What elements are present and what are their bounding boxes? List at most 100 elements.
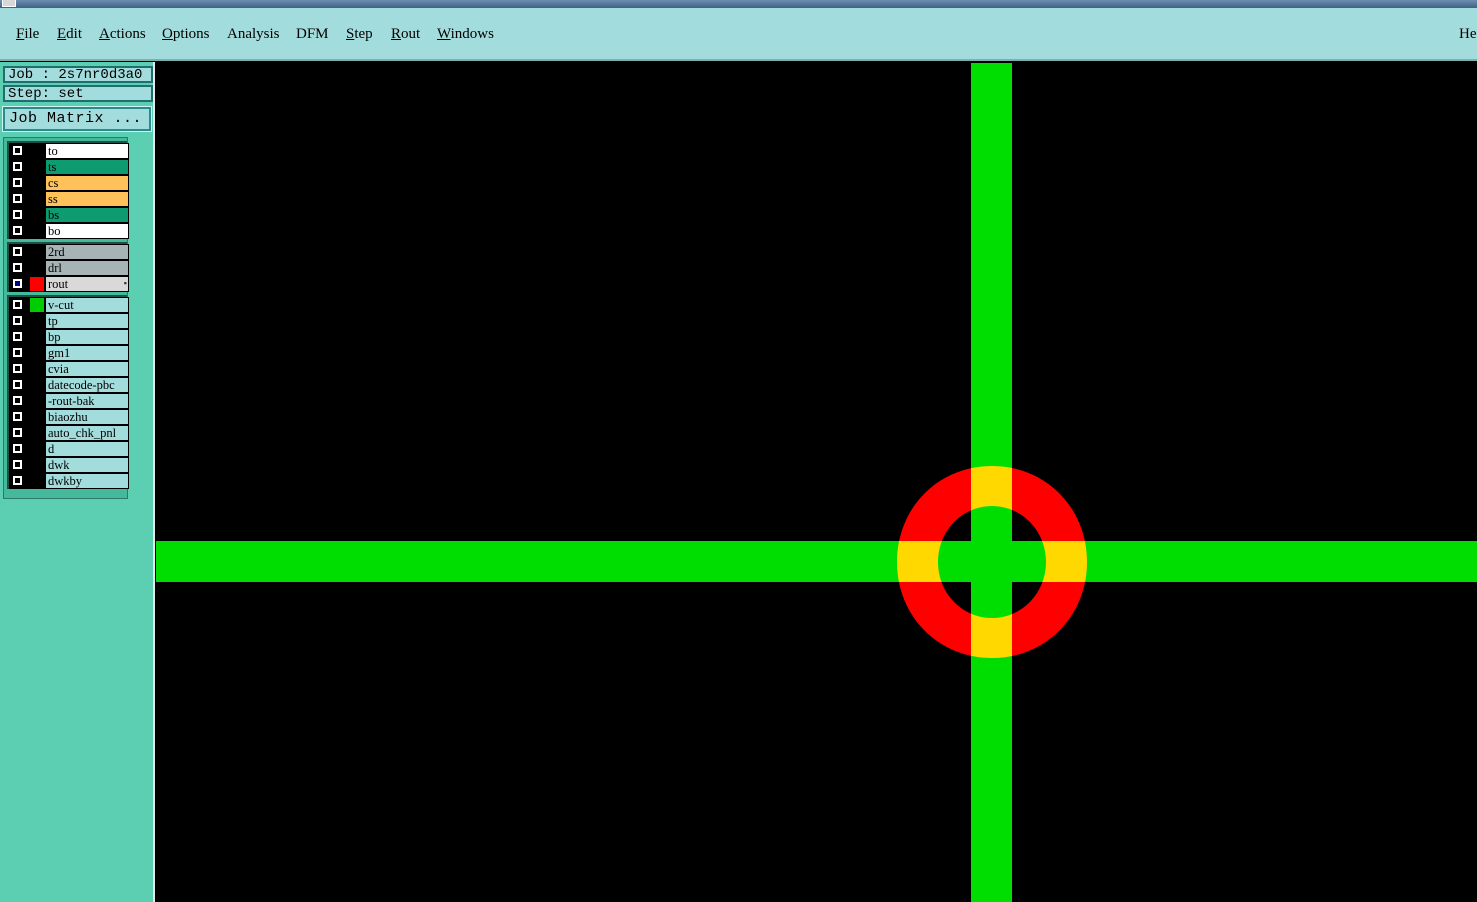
layer-name[interactable]: cs xyxy=(45,175,129,191)
layer-checkbox[interactable] xyxy=(13,263,22,272)
layer-name[interactable]: bo xyxy=(45,223,129,239)
canvas-background xyxy=(156,63,1477,902)
layer-checkbox[interactable] xyxy=(13,279,22,288)
layer-color-swatch[interactable] xyxy=(30,298,44,312)
layer-checkbox[interactable] xyxy=(13,210,22,219)
layer-color-swatch[interactable] xyxy=(30,160,44,174)
layer-checkbox[interactable] xyxy=(13,316,22,325)
layer-row-cvia[interactable]: cvia xyxy=(9,361,129,377)
layer-row-dwkby[interactable]: dwkby xyxy=(9,473,129,489)
layer-name[interactable]: gm1 xyxy=(45,345,129,361)
layer-checkbox[interactable] xyxy=(13,476,22,485)
menu-help[interactable]: He xyxy=(1459,25,1477,43)
layer-name[interactable]: d xyxy=(45,441,129,457)
layer-name[interactable]: datecode-pbc xyxy=(45,377,129,393)
layer-name[interactable]: to xyxy=(45,143,129,159)
layer-row-biaozhu[interactable]: biaozhu xyxy=(9,409,129,425)
job-matrix-button[interactable]: Job Matrix ... xyxy=(2,106,152,132)
layer-checkbox[interactable] xyxy=(13,332,22,341)
layer-checkbox[interactable] xyxy=(13,162,22,171)
layer-color-swatch[interactable] xyxy=(30,208,44,222)
layer-row-cs[interactable]: cs xyxy=(9,175,129,191)
layer-name[interactable]: dwkby xyxy=(45,473,129,489)
layer-color-swatch[interactable] xyxy=(30,474,44,488)
layer-row-rout-bak[interactable]: -rout-bak xyxy=(9,393,129,409)
layer-row-v-cut[interactable]: v-cut xyxy=(9,297,129,313)
layer-name[interactable]: ss xyxy=(45,191,129,207)
layer-name[interactable]: bs xyxy=(45,207,129,223)
layer-name[interactable]: drl xyxy=(45,260,129,276)
layer-checkbox[interactable] xyxy=(13,300,22,309)
layer-name[interactable]: cvia xyxy=(45,361,129,377)
layer-row-rout[interactable]: rout ▪ xyxy=(9,276,129,292)
layer-color-swatch[interactable] xyxy=(30,410,44,424)
layer-row-auto-chk-pnl[interactable]: auto_chk_pnl xyxy=(9,425,129,441)
layer-checkbox[interactable] xyxy=(13,194,22,203)
layer-color-swatch[interactable] xyxy=(30,362,44,376)
layer-name[interactable]: -rout-bak xyxy=(45,393,129,409)
layer-color-swatch[interactable] xyxy=(30,245,44,259)
layer-name[interactable]: dwk xyxy=(45,457,129,473)
layer-name[interactable]: rout xyxy=(45,276,129,292)
menu-dfm[interactable]: DFM xyxy=(296,25,329,43)
vcut-horizontal-line xyxy=(156,541,1477,582)
layer-color-swatch[interactable] xyxy=(30,224,44,238)
layer-row-datecode-pbc[interactable]: datecode-pbc xyxy=(9,377,129,393)
layer-color-swatch[interactable] xyxy=(30,330,44,344)
layer-color-swatch[interactable] xyxy=(30,144,44,158)
menu-file[interactable]: File xyxy=(16,25,39,43)
window-menu-icon[interactable] xyxy=(2,0,16,7)
layer-row-bp[interactable]: bp xyxy=(9,329,129,345)
layer-name[interactable]: ts xyxy=(45,159,129,175)
layer-row-bo[interactable]: bo xyxy=(9,223,129,239)
layer-row-dwk[interactable]: dwk xyxy=(9,457,129,473)
layer-checkbox[interactable] xyxy=(13,380,22,389)
layer-row-to[interactable]: to xyxy=(9,143,129,159)
menu-rout[interactable]: Rout xyxy=(391,25,420,43)
layer-row-2rd[interactable]: 2rd xyxy=(9,244,129,260)
layer-color-swatch[interactable] xyxy=(30,458,44,472)
layer-row-d[interactable]: d xyxy=(9,441,129,457)
menu-step[interactable]: Step xyxy=(346,25,373,43)
layer-row-bs[interactable]: bs xyxy=(9,207,129,223)
layer-checkbox[interactable] xyxy=(13,226,22,235)
layer-color-swatch[interactable] xyxy=(30,261,44,275)
layer-color-swatch[interactable] xyxy=(30,442,44,456)
layer-row-drl[interactable]: drl xyxy=(9,260,129,276)
layer-name[interactable]: auto_chk_pnl xyxy=(45,425,129,441)
graphic-canvas[interactable] xyxy=(156,63,1477,902)
layer-checkbox[interactable] xyxy=(13,396,22,405)
menu-actions[interactable]: Actions xyxy=(99,25,146,43)
layer-color-swatch[interactable] xyxy=(30,346,44,360)
layer-name[interactable]: v-cut xyxy=(45,297,129,313)
layer-color-swatch[interactable] xyxy=(30,378,44,392)
menu-edit[interactable]: Edit xyxy=(57,25,82,43)
layer-row-ts[interactable]: ts xyxy=(9,159,129,175)
layer-checkbox[interactable] xyxy=(13,428,22,437)
menu-analysis[interactable]: Analysis xyxy=(227,25,280,43)
layer-color-swatch[interactable] xyxy=(30,314,44,328)
layer-row-ss[interactable]: ss xyxy=(9,191,129,207)
layer-color-swatch[interactable] xyxy=(30,176,44,190)
layer-row-gm1[interactable]: gm1 xyxy=(9,345,129,361)
layer-color-swatch[interactable] xyxy=(30,426,44,440)
layer-checkbox[interactable] xyxy=(13,364,22,373)
layer-checkbox[interactable] xyxy=(13,460,22,469)
layer-checkbox[interactable] xyxy=(13,178,22,187)
layer-checkbox[interactable] xyxy=(13,348,22,357)
layer-color-swatch[interactable] xyxy=(30,394,44,408)
layer-name[interactable]: tp xyxy=(45,313,129,329)
layer-color-swatch[interactable] xyxy=(30,277,44,291)
layer-name[interactable]: biaozhu xyxy=(45,409,129,425)
layer-name[interactable]: bp xyxy=(45,329,129,345)
layer-checkbox[interactable] xyxy=(13,444,22,453)
graphic-drawing xyxy=(156,63,1477,902)
menu-options[interactable]: Options xyxy=(162,25,210,43)
layer-checkbox[interactable] xyxy=(13,146,22,155)
layer-checkbox[interactable] xyxy=(13,412,22,421)
menu-windows[interactable]: Windows xyxy=(437,25,494,43)
layer-name[interactable]: 2rd xyxy=(45,244,129,260)
layer-row-tp[interactable]: tp xyxy=(9,313,129,329)
layer-color-swatch[interactable] xyxy=(30,192,44,206)
layer-checkbox[interactable] xyxy=(13,247,22,256)
